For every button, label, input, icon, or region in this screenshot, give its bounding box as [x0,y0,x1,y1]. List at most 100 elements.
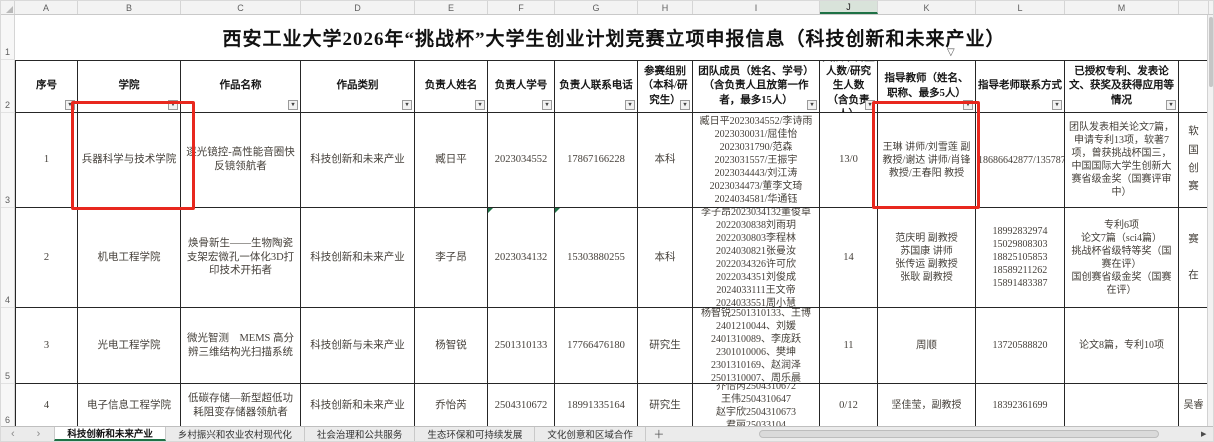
header-counts[interactable]: 团队本科生人数/研究生人数 （含负责人）▾ [820,60,878,113]
cell-no[interactable]: 3 [15,308,78,384]
cell-teacher-phones[interactable]: 13720588820 [976,308,1065,384]
cell-teachers[interactable]: 周顺 [878,308,976,384]
cell-category[interactable]: 科技创新和未来产业 [301,208,415,308]
header-student-id[interactable]: 负责人学号▾ [488,60,555,113]
cell-members[interactable]: 乔怡芮2504310672 王伟2504310647 赵宇欣2504310673… [693,384,820,428]
cell-phone[interactable]: 17766476180 [555,308,638,384]
cell-college[interactable]: 机电工程学院 [78,208,181,308]
filter-icon[interactable]: ▾ [475,100,485,110]
cell-category[interactable]: 科技创新与未来产业 [301,308,415,384]
horizontal-scroll-right-icon[interactable]: ▶ [1201,430,1206,438]
cell-student-id[interactable]: 2504310672 [488,384,555,428]
cell-phone[interactable]: 18991335164 [555,384,638,428]
cell-group[interactable]: 研究生 [638,384,693,428]
cell-student-id[interactable]: 2501310133 [488,308,555,384]
filter-icon[interactable]: ▾ [288,100,298,110]
column-letter-g[interactable]: G [555,1,638,14]
column-letter-k[interactable]: K [878,1,976,14]
cell-achievements[interactable]: 专利6项 论文7篇（sci4篇） 挑战杯省级特等奖（国赛在评） 国创赛省级金奖（… [1065,208,1179,308]
cell-members[interactable]: 杨智锐2501310133、王博2401210044、刘媛2401310089、… [693,308,820,384]
cell-work[interactable]: 焕骨新生——生物陶瓷支架宏微孔一体化3D打印技术开拓者 [181,208,301,308]
cell-teacher-phones[interactable]: 18992832974 15029808303 18825105853 1858… [976,208,1065,308]
cell-work[interactable]: 低碳存储—新型超低功耗阻变存储器领航者 [181,384,301,428]
cell-group[interactable]: 本科 [638,113,693,208]
cell-work[interactable]: 逐光镜控-高性能音圈快反镜领航者 [181,113,301,208]
cell-student-id[interactable]: 2023034132 [488,208,555,308]
row-number[interactable]: 2 [1,60,15,113]
cell-extra[interactable]: 软 国 创 赛 [1179,113,1209,208]
column-letter-d[interactable]: D [301,1,415,14]
header-extra[interactable] [1179,60,1209,113]
cell-teachers[interactable]: 坚佳莹，副教授 [878,384,976,428]
cell-counts[interactable]: 14 [820,208,878,308]
cell-counts[interactable]: 11 [820,308,878,384]
cell-category[interactable]: 科技创新和未来产业 [301,113,415,208]
vertical-scrollbar-thumb[interactable] [1209,17,1213,87]
cell-leader[interactable]: 乔怡芮 [415,384,488,428]
cell-achievements[interactable] [1065,384,1179,428]
cell-no[interactable]: 2 [15,208,78,308]
tab-nav-left-icon[interactable]: ‹ [11,428,15,440]
cell-group[interactable]: 研究生 [638,308,693,384]
filter-icon[interactable]: ▾ [542,100,552,110]
sheet-tab[interactable]: 生态环保和可持续发展 [415,427,535,441]
filter-icon[interactable]: ▾ [1052,100,1062,110]
header-group[interactable]: 参赛组别（本科/研究生）▾ [638,60,693,113]
column-letter-e[interactable]: E [415,1,488,14]
row-number[interactable]: 3 [1,113,15,208]
filter-icon[interactable]: ▾ [625,100,635,110]
sheet-title[interactable]: 西安工业大学2026年“挑战杯”大学生创业计划竞赛立项申报信息（科技创新和未来产… [15,15,1213,60]
cell-no[interactable]: 1 [15,113,78,208]
sheet-tab[interactable]: 社会治理和公共服务 [305,427,416,441]
header-leader[interactable]: 负责人姓名▾ [415,60,488,113]
sheet-tab[interactable]: 乡村振兴和农业农村现代化 [166,427,305,441]
cell-work[interactable]: 微光智测 MEMS 高分辨三维结构光扫描系统 [181,308,301,384]
column-letter-l[interactable]: L [976,1,1065,14]
column-letter-i[interactable]: I [693,1,820,14]
cell-members[interactable]: 臧日平2023034552/李诗雨2023030031/屈佳怡202303179… [693,113,820,208]
cell-college[interactable]: 电子信息工程学院 [78,384,181,428]
row-number[interactable]: 6 [1,384,15,428]
column-letter-m[interactable]: M [1065,1,1179,14]
cell-phone[interactable]: 15303880255 [555,208,638,308]
sheet-tab-active[interactable]: 科技创新和未来产业 [54,427,166,441]
row-number[interactable]: 4 [1,208,15,308]
column-letter-h[interactable]: H [638,1,693,14]
cell-teacher-phones[interactable]: 18686642877/13578796534/18943155575/1357… [976,113,1065,208]
vertical-scrollbar[interactable] [1207,15,1213,428]
cell-achievements[interactable]: 团队发表相关论文7篇，申请专利13项，软著7项，曾获挑战杯国三，中国国际大学生创… [1065,113,1179,208]
column-letter-j-selected[interactable]: J [820,1,878,14]
row-number[interactable]: 5 [1,308,15,384]
cell-teachers[interactable]: 范庆明 副教授 苏国康 讲师 张传运 副教授 张耿 副教授 [878,208,976,308]
header-teacher-phones[interactable]: 指导老师联系方式▾ [976,60,1065,113]
select-all-corner[interactable] [1,1,15,14]
filter-icon[interactable]: ▾ [402,100,412,110]
cell-no[interactable]: 4 [15,384,78,428]
header-no[interactable]: 序号▾ [15,60,78,113]
row-number[interactable]: 1 [1,15,15,60]
cell-counts[interactable]: 13/0 [820,113,878,208]
column-letter-f[interactable]: F [488,1,555,14]
tab-nav-right-icon[interactable]: › [37,428,41,440]
horizontal-scrollbar-thumb[interactable] [759,430,1159,438]
cell-counts[interactable]: 0/12 [820,384,878,428]
header-work[interactable]: 作品名称▾ [181,60,301,113]
sheet-tab[interactable]: 文化创意和区域合作 [535,427,646,441]
filter-icon[interactable]: ▾ [680,100,690,110]
header-members[interactable]: 团队成员（姓名、学号） （含负责人且放第一作者，最多15人）▾ [693,60,820,113]
add-sheet-button[interactable]: ＋ [646,427,672,441]
cell-leader[interactable]: 杨智锐 [415,308,488,384]
cell-members[interactable]: 李子昂2023034132董俊卓2022030838刘雨玥2022030803李… [693,208,820,308]
cell-student-id[interactable]: 2023034552 [488,113,555,208]
column-letter-a[interactable]: A [15,1,78,14]
cell-extra[interactable]: 赛 在 [1179,208,1209,308]
header-achievements[interactable]: 已授权专利、发表论文、获奖及获得应用等情况▾ [1065,60,1179,113]
cell-phone[interactable]: 17867166228 [555,113,638,208]
header-category[interactable]: 作品类别▾ [301,60,415,113]
column-letter-n[interactable] [1179,1,1209,14]
filter-icon[interactable]: ▾ [1166,100,1176,110]
cell-category[interactable]: 科技创新和未来产业 [301,384,415,428]
filter-icon[interactable]: ▾ [807,100,817,110]
column-letter-b[interactable]: B [78,1,181,14]
cell-college[interactable]: 光电工程学院 [78,308,181,384]
